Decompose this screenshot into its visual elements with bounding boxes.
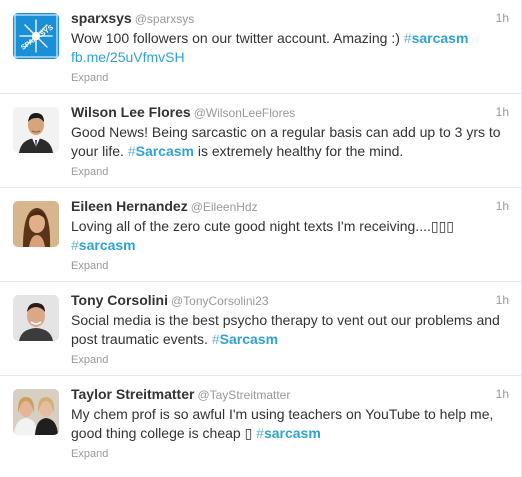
tweet-username[interactable]: @TayStreitmatter (197, 388, 290, 402)
tweet-text: Good News! Being sarcastic on a regular … (71, 123, 511, 161)
tweet-item[interactable]: SPARXSYS sparxsys @sparxsys 1h Wow 100 fo… (0, 0, 521, 94)
hashtag-link[interactable]: #Sarcasm (212, 331, 278, 347)
expand-link[interactable]: Expand (71, 71, 511, 85)
tweet-item[interactable]: Taylor Streitmatter @TayStreitmatter 1h M… (0, 376, 521, 470)
tweet-text: Wow 100 followers on our twitter account… (71, 29, 511, 67)
url-link[interactable]: fb.me/25uVfmvSH (71, 49, 185, 65)
tweet-text: Loving all of the zero cute good night t… (71, 217, 511, 255)
tweet-fullname[interactable]: Wilson Lee Flores (71, 104, 191, 120)
user-photo-icon (13, 201, 59, 247)
hashtag-link[interactable]: #sarcasm (256, 425, 321, 441)
tweet-item[interactable]: Tony Corsolini @TonyCorsolini23 1h Social… (0, 282, 521, 376)
user-photo-icon (13, 389, 59, 435)
avatar[interactable] (13, 295, 59, 341)
tweet-text-body: Loving all of the zero cute good night t… (71, 218, 454, 234)
tweet-timestamp[interactable]: 1h (496, 8, 509, 28)
tweet-username[interactable]: @WilsonLeeFlores (194, 106, 296, 120)
tweet-timestamp[interactable]: 1h (496, 290, 509, 310)
tweet-timestamp[interactable]: 1h (496, 196, 509, 216)
tweet-timestamp[interactable]: 1h (496, 384, 509, 404)
tweet-item[interactable]: Eileen Hernandez @EileenHdz 1h Loving all… (0, 188, 521, 282)
expand-link[interactable]: Expand (71, 447, 511, 461)
hashtag-link[interactable]: #sarcasm (71, 237, 136, 253)
tweet-item[interactable]: Wilson Lee Flores @WilsonLeeFlores 1h Goo… (0, 94, 521, 188)
tweet-fullname[interactable]: Eileen Hernandez (71, 198, 188, 214)
user-photo-icon (13, 295, 59, 341)
tweet-username[interactable]: @sparxsys (135, 12, 195, 26)
tweet-fullname[interactable]: Tony Corsolini (71, 292, 168, 308)
tweet-fullname[interactable]: Taylor Streitmatter (71, 386, 194, 402)
tweet-text-tail: is extremely healthy for the mind. (194, 143, 404, 159)
tweet-timestamp[interactable]: 1h (496, 102, 509, 122)
hashtag-link[interactable]: #Sarcasm (128, 143, 194, 159)
expand-link[interactable]: Expand (71, 259, 511, 273)
tweet-timeline: SPARXSYS sparxsys @sparxsys 1h Wow 100 fo… (0, 0, 522, 477)
tweet-text: My chem prof is so awful I'm using teach… (71, 405, 511, 443)
avatar[interactable] (13, 107, 59, 153)
tweet-text-body: Wow 100 followers on our twitter account… (71, 30, 404, 46)
user-photo-icon (13, 107, 59, 153)
tweet-username[interactable]: @TonyCorsolini23 (171, 294, 269, 308)
avatar[interactable] (13, 201, 59, 247)
tweet-fullname[interactable]: sparxsys (71, 10, 132, 26)
tweet-text: Social media is the best psycho therapy … (71, 311, 511, 349)
avatar[interactable]: SPARXSYS (13, 13, 59, 59)
sparxsys-logo-icon: SPARXSYS (13, 13, 59, 59)
avatar[interactable] (13, 389, 59, 435)
tweet-username[interactable]: @EileenHdz (191, 200, 258, 214)
expand-link[interactable]: Expand (71, 353, 511, 367)
hashtag-link[interactable]: #sarcasm (404, 30, 469, 46)
expand-link[interactable]: Expand (71, 165, 511, 179)
tweet-text-body: Social media is the best psycho therapy … (71, 312, 500, 347)
